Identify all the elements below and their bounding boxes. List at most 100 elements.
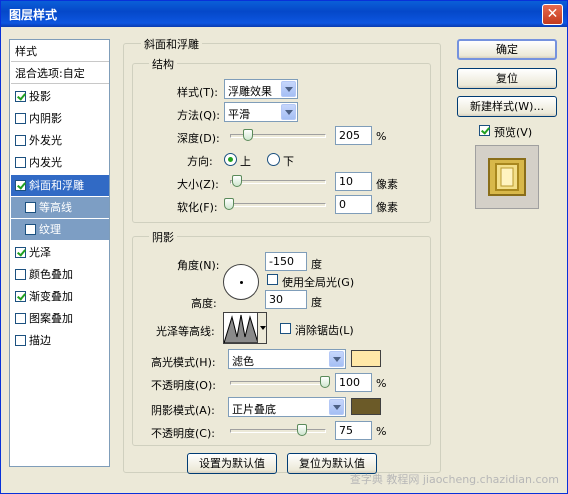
antialias-checkbox[interactable] <box>280 323 291 334</box>
reset-button[interactable]: 复位 <box>457 68 557 89</box>
direction-down-radio[interactable] <box>267 153 280 166</box>
direction-up-radio[interactable] <box>224 153 237 166</box>
depth-slider-thumb[interactable] <box>243 129 253 141</box>
checkbox-icon[interactable] <box>15 157 26 168</box>
chevron-down-icon[interactable] <box>281 81 296 97</box>
angle-dial-center <box>240 281 243 284</box>
sidebar-item-stroke[interactable]: 描边 <box>11 330 109 351</box>
highlight-opacity-label: 不透明度(O): <box>151 379 216 392</box>
highlight-opacity-slider-track[interactable] <box>230 381 326 385</box>
highlight-color-swatch[interactable] <box>351 350 381 367</box>
style-label: 样式(T): <box>177 86 219 99</box>
size-input[interactable]: 10 <box>335 172 372 191</box>
highlight-opacity-unit: % <box>376 377 387 390</box>
sidebar-item-outer-glow[interactable]: 外发光 <box>11 130 109 151</box>
sidebar-item-inner-glow[interactable]: 内发光 <box>11 152 109 173</box>
gloss-contour-preview[interactable] <box>223 312 259 344</box>
checkbox-icon[interactable] <box>15 113 26 124</box>
checkbox-icon[interactable] <box>25 202 36 213</box>
contour-curve-icon <box>224 314 258 343</box>
shadow-opacity-input[interactable]: 75 <box>335 421 372 440</box>
bevel-emboss-title: 斜面和浮雕 <box>141 36 202 52</box>
angle-label: 角度(N): <box>177 259 220 272</box>
global-light-checkbox[interactable] <box>267 274 278 285</box>
checkbox-icon[interactable] <box>15 291 26 302</box>
new-style-button[interactable]: 新建样式(W)... <box>457 96 557 117</box>
gloss-contour-label: 光泽等高线: <box>156 325 215 338</box>
depth-unit: % <box>376 130 387 143</box>
sidebar-item-bevel-emboss[interactable]: 斜面和浮雕 <box>11 175 109 196</box>
close-icon[interactable]: ✕ <box>542 4 563 25</box>
soften-slider-track[interactable] <box>230 203 326 207</box>
shadow-mode-select[interactable]: 正片叠底 <box>228 397 346 417</box>
checkbox-icon[interactable] <box>15 180 26 191</box>
highlight-mode-label: 高光模式(H): <box>151 356 216 369</box>
size-slider-track[interactable] <box>230 180 326 184</box>
soften-slider-thumb[interactable] <box>224 198 234 210</box>
global-light-label[interactable]: 使用全局光(G) <box>282 274 354 290</box>
checkbox-icon[interactable] <box>15 91 26 102</box>
set-default-button[interactable]: 设置为默认值 <box>187 453 277 474</box>
shadow-opacity-unit: % <box>376 425 387 438</box>
direction-up-label[interactable]: 上 <box>240 153 251 169</box>
preview-checkbox[interactable] <box>479 125 490 136</box>
chevron-down-icon[interactable] <box>281 104 296 120</box>
sidebar-item-gradient-overlay[interactable]: 渐变叠加 <box>11 286 109 307</box>
sidebar-item-color-overlay[interactable]: 颜色叠加 <box>11 264 109 285</box>
sidebar-item-contour[interactable]: 等高线 <box>11 197 109 218</box>
chevron-down-icon[interactable] <box>257 312 267 344</box>
checkbox-icon[interactable] <box>15 247 26 258</box>
shadow-opacity-slider-track[interactable] <box>230 429 326 433</box>
highlight-opacity-input[interactable]: 100 <box>335 373 372 392</box>
sidebar-item-drop-shadow[interactable]: 投影 <box>11 86 109 107</box>
style-list: 样式 混合选项:自定 投影 内阴影 外发光 内发光 斜面和浮雕 等高线 纹理 光… <box>9 39 110 467</box>
shadow-color-swatch[interactable] <box>351 398 381 415</box>
size-unit: 像素 <box>376 178 398 191</box>
depth-label: 深度(D): <box>177 132 220 145</box>
ok-button[interactable]: 确定 <box>457 39 557 60</box>
depth-input[interactable]: 205 <box>335 126 372 145</box>
checkbox-icon[interactable] <box>15 335 26 346</box>
soften-label: 软化(F): <box>177 201 218 214</box>
shading-title: 阴影 <box>149 229 177 245</box>
size-label: 大小(Z): <box>177 178 219 191</box>
title-bar[interactable]: 图层样式 ✕ <box>1 1 567 27</box>
direction-down-label[interactable]: 下 <box>283 153 294 169</box>
technique-label: 方法(Q): <box>177 109 220 122</box>
sidebar-item-texture[interactable]: 纹理 <box>11 219 109 240</box>
style-list-header[interactable]: 样式 <box>11 41 109 62</box>
altitude-input[interactable]: 30 <box>265 290 307 309</box>
style-select[interactable]: 浮雕效果 <box>224 79 298 99</box>
altitude-label: 高度: <box>191 297 217 310</box>
style-preview <box>475 145 539 209</box>
sidebar-item-satin[interactable]: 光泽 <box>11 242 109 263</box>
technique-select[interactable]: 平滑 <box>224 102 298 122</box>
checkbox-icon[interactable] <box>15 313 26 324</box>
shadow-opacity-label: 不透明度(C): <box>151 427 215 440</box>
soften-unit: 像素 <box>376 201 398 214</box>
angle-unit: 度 <box>311 258 322 271</box>
chevron-down-icon[interactable] <box>329 399 344 415</box>
window-title: 图层样式 <box>9 8 58 22</box>
angle-input[interactable]: -150 <box>265 252 307 271</box>
angle-dial[interactable] <box>223 264 259 300</box>
watermark: 查字典 教程网 jiaocheng.chazidian.com <box>349 473 559 486</box>
chevron-down-icon[interactable] <box>329 351 344 367</box>
sidebar-item-inner-shadow[interactable]: 内阴影 <box>11 108 109 129</box>
highlight-opacity-slider-thumb[interactable] <box>320 376 330 388</box>
shadow-opacity-slider-thumb[interactable] <box>297 424 307 436</box>
checkbox-icon[interactable] <box>15 135 26 146</box>
checkbox-icon[interactable] <box>25 224 36 235</box>
direction-label: 方向: <box>187 155 213 168</box>
size-slider-thumb[interactable] <box>232 175 242 187</box>
structure-title: 结构 <box>149 56 177 72</box>
blend-options-item[interactable]: 混合选项:自定 <box>11 63 109 84</box>
preview-thumbnail-icon <box>488 158 526 196</box>
soften-input[interactable]: 0 <box>335 195 372 214</box>
checkbox-icon[interactable] <box>15 269 26 280</box>
preview-label[interactable]: 预览(V) <box>494 124 532 140</box>
antialias-label[interactable]: 消除锯齿(L) <box>295 322 354 338</box>
sidebar-item-pattern-overlay[interactable]: 图案叠加 <box>11 308 109 329</box>
highlight-mode-select[interactable]: 滤色 <box>228 349 346 369</box>
shadow-mode-label: 阴影模式(A): <box>151 404 215 417</box>
